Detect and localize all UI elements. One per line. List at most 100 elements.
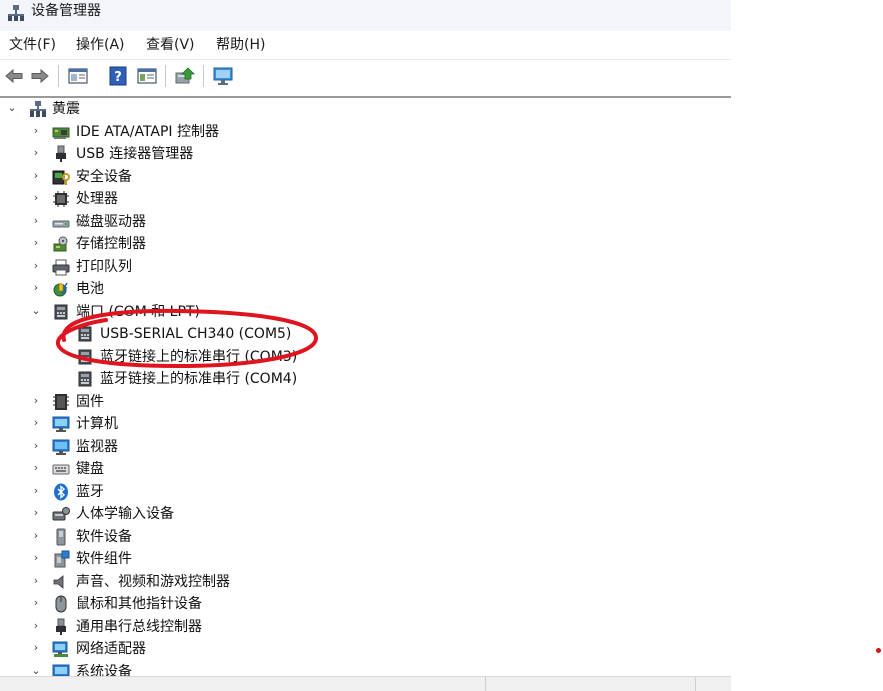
- tree-category-item[interactable]: › 安全设备: [0, 166, 731, 188]
- chevron-right-icon[interactable]: ›: [30, 395, 42, 407]
- tree-item-label: USB-SERIAL CH340 (COM5): [100, 326, 292, 342]
- tree-category-item[interactable]: › 声音、视频和游戏控制器: [0, 571, 731, 593]
- chevron-right-icon[interactable]: ›: [30, 575, 42, 587]
- red-dot-mark: [876, 648, 881, 653]
- storage-controller-icon: [52, 235, 70, 253]
- tree-category-item[interactable]: ⌄ 系统设备: [0, 661, 731, 676]
- tree-item-label: 网络适配器: [76, 641, 146, 657]
- chevron-down-icon[interactable]: ⌄: [30, 665, 42, 677]
- chevron-right-icon[interactable]: ›: [30, 125, 42, 137]
- tree-item-label: 固件: [76, 394, 104, 410]
- tree-item-label: 端口 (COM 和 LPT): [76, 304, 200, 320]
- sound-icon: [52, 573, 70, 591]
- tree-category-item[interactable]: › 存储控制器: [0, 233, 731, 255]
- tree-item-label: 安全设备: [76, 169, 132, 185]
- toolbar-separator: [58, 65, 59, 87]
- menu-file[interactable]: 文件(F): [9, 37, 56, 53]
- tree-category-item[interactable]: › 监视器: [0, 436, 731, 458]
- show-hide-console-tree-icon: [137, 68, 157, 84]
- tree-category-item[interactable]: › 软件组件: [0, 548, 731, 570]
- update-driver-button[interactable]: [174, 65, 196, 87]
- tree-category-item[interactable]: › 通用串行总线控制器: [0, 616, 731, 638]
- port-icon: [76, 370, 94, 388]
- tree-port-device-item[interactable]: 蓝牙链接上的标准串行 (COM3): [0, 346, 731, 368]
- software-device-icon: [52, 528, 70, 546]
- tree-item-label: USB 连接器管理器: [76, 146, 194, 162]
- chevron-right-icon[interactable]: ›: [30, 552, 42, 564]
- tree-item-label: 系统设备: [76, 664, 132, 676]
- tree-item-label: 黄震: [52, 101, 80, 117]
- tree-item-label: 软件设备: [76, 529, 132, 545]
- tree-category-item[interactable]: › 鼠标和其他指针设备: [0, 593, 731, 615]
- forward-button[interactable]: [29, 65, 51, 87]
- tree-port-device-item[interactable]: 蓝牙链接上的标准串行 (COM4): [0, 368, 731, 390]
- tree-category-item[interactable]: › 计算机: [0, 413, 731, 435]
- tree-category-item[interactable]: › 蓝牙: [0, 481, 731, 503]
- usb-controller-icon: [52, 618, 70, 636]
- tree-category-item[interactable]: ⌄ 端口 (COM 和 LPT): [0, 301, 731, 323]
- chevron-right-icon[interactable]: ›: [30, 620, 42, 632]
- chevron-right-icon[interactable]: ›: [30, 417, 42, 429]
- chevron-right-icon[interactable]: ›: [30, 642, 42, 654]
- hid-icon: [52, 505, 70, 523]
- mouse-icon: [52, 595, 70, 613]
- chevron-right-icon[interactable]: ›: [30, 462, 42, 474]
- help-button[interactable]: ?: [107, 65, 129, 87]
- tree-category-item[interactable]: › USB 连接器管理器: [0, 143, 731, 165]
- tree-category-item[interactable]: › 处理器: [0, 188, 731, 210]
- menu-action[interactable]: 操作(A): [76, 37, 125, 53]
- chevron-right-icon[interactable]: ›: [30, 237, 42, 249]
- tree-root[interactable]: ⌄ 黄震: [0, 98, 731, 120]
- tree-category-item[interactable]: › 网络适配器: [0, 638, 731, 660]
- tree-category-item[interactable]: › IDE ATA/ATAPI 控制器: [0, 121, 731, 143]
- tree-item-label: 声音、视频和游戏控制器: [76, 574, 230, 590]
- scan-hardware-button[interactable]: [212, 65, 234, 87]
- computer-icon: [52, 415, 70, 433]
- chevron-down-icon[interactable]: ⌄: [30, 305, 42, 317]
- network-adapter-icon: [52, 640, 70, 658]
- usb-connector-icon: [52, 145, 70, 163]
- chevron-right-icon[interactable]: ›: [30, 530, 42, 542]
- menu-help[interactable]: 帮助(H): [216, 37, 265, 53]
- tree-item-label: 蓝牙链接上的标准串行 (COM4): [100, 371, 298, 387]
- chevron-down-icon[interactable]: ⌄: [6, 102, 18, 114]
- tree-category-item[interactable]: › 固件: [0, 391, 731, 413]
- svg-text:?: ?: [114, 70, 122, 85]
- chevron-right-icon[interactable]: ›: [30, 507, 42, 519]
- chevron-right-icon[interactable]: ›: [30, 170, 42, 182]
- menu-view[interactable]: 查看(V): [146, 37, 195, 53]
- chevron-right-icon[interactable]: ›: [30, 597, 42, 609]
- tree-port-device-item[interactable]: USB-SERIAL CH340 (COM5): [0, 323, 731, 345]
- tree-category-item[interactable]: › 人体学输入设备: [0, 503, 731, 525]
- chevron-right-icon[interactable]: ›: [30, 282, 42, 294]
- back-button[interactable]: [3, 65, 25, 87]
- chevron-right-icon[interactable]: ›: [30, 260, 42, 272]
- port-icon: [76, 325, 94, 343]
- tree-item-label: 键盘: [76, 461, 104, 477]
- chevron-right-icon[interactable]: ›: [30, 147, 42, 159]
- chevron-right-icon[interactable]: ›: [30, 215, 42, 227]
- console-tree-button[interactable]: [136, 65, 158, 87]
- firmware-icon: [52, 393, 70, 411]
- menu-bar: 文件(F) 操作(A) 查看(V) 帮助(H): [0, 31, 731, 59]
- tree-category-item[interactable]: › 磁盘驱动器: [0, 211, 731, 233]
- tree-item-label: 磁盘驱动器: [76, 214, 146, 230]
- update-driver-icon: [175, 67, 195, 84]
- ide-controller-icon: [52, 123, 70, 141]
- port-icon: [52, 303, 70, 321]
- chevron-right-icon[interactable]: ›: [30, 485, 42, 497]
- tree-item-label: 监视器: [76, 439, 118, 455]
- tree-category-item[interactable]: › 键盘: [0, 458, 731, 480]
- tree-category-item[interactable]: › 打印队列: [0, 256, 731, 278]
- processor-icon: [52, 190, 70, 208]
- tree-item-label: 鼠标和其他指针设备: [76, 596, 202, 612]
- properties-button[interactable]: [67, 65, 89, 87]
- scan-hardware-monitor-icon: [213, 67, 233, 85]
- tree-category-item[interactable]: › 电池: [0, 278, 731, 300]
- monitor-icon: [52, 438, 70, 456]
- tree-category-item[interactable]: › 软件设备: [0, 526, 731, 548]
- chevron-right-icon[interactable]: ›: [30, 192, 42, 204]
- port-icon: [76, 348, 94, 366]
- status-divider: [485, 677, 486, 691]
- chevron-right-icon[interactable]: ›: [30, 440, 42, 452]
